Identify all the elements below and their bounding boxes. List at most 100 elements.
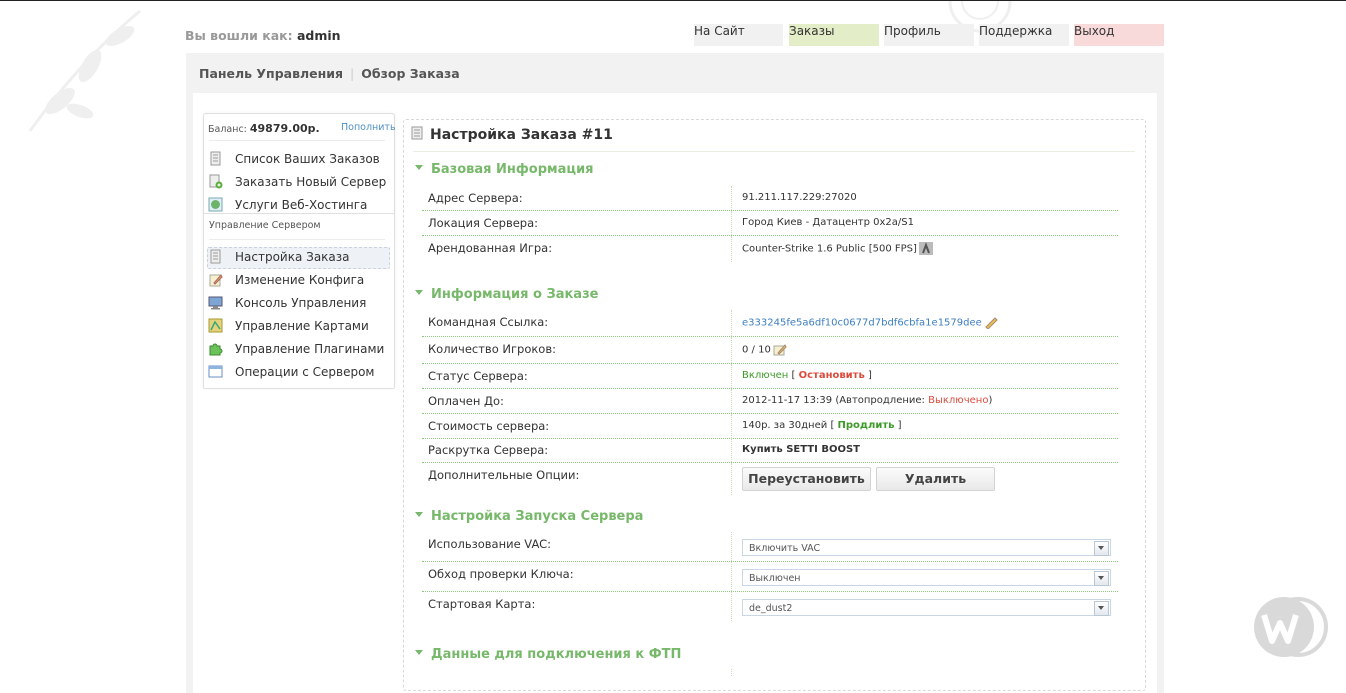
sidebar-item-label: Список Ваших Заказов — [235, 152, 380, 166]
nav-logout-button[interactable]: Выход — [1074, 24, 1164, 46]
monitor-icon — [208, 296, 223, 310]
row-label: Оплачен До: — [428, 394, 504, 408]
page-title: Настройка Заказа #11 — [430, 127, 613, 143]
paid-date: 2012-11-17 13:39 — [742, 395, 833, 406]
command-link[interactable]: e333245fe5a6df10c0677d7bdf6cbfa1e1579dee — [742, 318, 982, 329]
row-promotion: Раскрутка Сервера: Купить SETTI BOOST — [422, 438, 1118, 463]
sidebar-item-orders-list[interactable]: Список Ваших Заказов — [208, 149, 388, 169]
sidebar-item-label: Заказать Новый Сервер — [235, 175, 387, 189]
nav-site-button[interactable]: На Сайт — [694, 24, 783, 46]
start-map-selected-value: de_dust2 — [749, 603, 793, 614]
background-leaf-decoration — [28, 9, 141, 132]
autorenew-toggle[interactable]: Выключено — [928, 395, 988, 406]
window-icon — [208, 365, 223, 378]
add-server-icon — [209, 174, 223, 189]
sidebar-item-server-operations[interactable]: Операции с Сервером — [208, 362, 388, 382]
globe-icon — [208, 197, 223, 212]
server-address-link[interactable]: 91.211.117.229:27020 — [742, 192, 857, 203]
sidebar-item-label: Изменение Конфига — [235, 273, 365, 287]
map-icon — [208, 318, 223, 333]
breadcrumb-order-overview: Обзор Заказа — [361, 66, 460, 81]
collapse-arrow-icon — [415, 512, 423, 517]
edit-pencil-icon[interactable] — [984, 316, 998, 329]
document-icon — [210, 249, 221, 264]
sidebar-item-edit-config[interactable]: Изменение Конфига — [208, 270, 388, 290]
vac-selected-value: Включить VAC — [749, 543, 821, 554]
nav-profile-label: Профиль — [884, 24, 941, 38]
sidebar-item-web-hosting[interactable]: Услуги Веб-Хостинга — [208, 195, 388, 215]
nav-support-button[interactable]: Поддержка — [979, 24, 1069, 46]
sidebar-item-plugins[interactable]: Управление Плагинами — [208, 339, 388, 359]
login-prefix: Вы вошли как: — [185, 28, 293, 43]
breadcrumb-control-panel[interactable]: Панель Управления — [199, 66, 343, 81]
login-status: Вы вошли как: admin — [185, 28, 341, 43]
document-icon — [210, 151, 221, 166]
players-count: 0 / 10 — [742, 344, 771, 356]
sidebar-divider — [209, 140, 385, 141]
row-server-cost: Стоимость сервера: 140р. за 30дней [ Про… — [422, 414, 1118, 439]
document-icon — [411, 126, 423, 140]
topup-link[interactable]: Пополнить — [341, 122, 396, 133]
nav-support-label: Поддержка — [979, 24, 1053, 38]
row-label: Стоимость сервера: — [428, 419, 550, 433]
start-map-select[interactable]: de_dust2 — [742, 599, 1111, 616]
delete-button[interactable]: Удалить — [876, 467, 995, 491]
sidebar-item-console[interactable]: Консоль Управления — [208, 293, 388, 313]
autorenew-label: (Автопродление: — [835, 395, 925, 406]
breadcrumb-separator: | — [350, 66, 355, 81]
chevron-down-icon — [1094, 541, 1109, 556]
sidebar-item-label: Управление Картами — [235, 319, 369, 333]
section-title: Настройка Запуска Сервера — [431, 509, 644, 524]
status-text: Включен — [742, 370, 789, 381]
cost-text: 140р. за 30дней — [742, 420, 828, 431]
vac-select[interactable]: Включить VAC — [742, 539, 1111, 556]
row-label: Статус Сервера: — [428, 369, 528, 383]
section-title: Информация о Заказе — [431, 287, 599, 302]
command-link-value: e333245fe5a6df10c0677d7bdf6cbfa1e1579dee — [742, 316, 998, 329]
paid-until-value: 2012-11-17 13:39 (Автопродление: Выключе… — [742, 395, 992, 406]
row-server-location: Локация Сервера: Город Киев - Датацентр … — [422, 211, 1118, 236]
edit-pencil-icon[interactable] — [773, 343, 787, 356]
chevron-down-icon — [1094, 571, 1109, 586]
title-divider — [413, 151, 1135, 152]
extend-link[interactable]: Продлить — [838, 420, 895, 431]
bracket: [ — [791, 370, 796, 381]
rented-game-value: Counter-Strike 1.6 Public [500 FPS] — [742, 242, 933, 255]
key-check-selected-value: Выключен — [749, 573, 801, 584]
server-management-title: Управление Сервером — [209, 220, 321, 231]
nav-site-label: На Сайт — [694, 24, 745, 38]
nav-logout-label: Выход — [1074, 24, 1115, 38]
section-launch-settings[interactable]: Настройка Запуска Сервера — [415, 509, 643, 524]
server-cost-value: 140р. за 30дней [ Продлить ] — [742, 420, 902, 431]
sidebar-item-maps[interactable]: Управление Картами — [208, 316, 388, 336]
edit-config-icon — [209, 274, 223, 287]
collapse-arrow-icon — [415, 650, 423, 655]
players-value: 0 / 10 — [742, 343, 787, 356]
buy-boost-link[interactable]: Купить SETTI BOOST — [742, 444, 860, 455]
balance-label: Баланс: — [208, 124, 247, 135]
collapse-arrow-icon — [415, 290, 423, 295]
stop-server-link[interactable]: Остановить — [799, 370, 865, 381]
section-order-info[interactable]: Информация о Заказе — [415, 287, 598, 302]
reinstall-button[interactable]: Переустановить — [742, 467, 871, 491]
section-basic-info[interactable]: Базовая Информация — [415, 162, 594, 177]
game-icon — [918, 242, 933, 255]
section-ftp[interactable]: Данные для подключения к ФТП — [415, 647, 681, 662]
nav-profile-button[interactable]: Профиль — [884, 24, 974, 46]
section-title: Базовая Информация — [431, 162, 594, 177]
row-rented-game: Арендованная Игра: Counter-Strike 1.6 Pu… — [422, 236, 1118, 262]
sidebar-item-new-server[interactable]: Заказать Новый Сервер — [208, 172, 388, 192]
row-command-link: Командная Ссылка: e333245fe5a6df10c0677d… — [422, 310, 1118, 337]
key-check-select[interactable]: Выключен — [742, 569, 1111, 586]
row-label: Дополнительные Опции: — [428, 468, 580, 482]
row-label: Стартовая Карта: — [428, 597, 536, 611]
row-label: Командная Ссылка: — [428, 315, 549, 329]
sidebar-item-order-settings[interactable]: Настройка Заказа — [208, 247, 388, 267]
username: admin — [296, 28, 341, 43]
balance: Баланс: 49879.00р. — [208, 122, 320, 135]
puzzle-icon — [209, 343, 223, 356]
bracket: [ — [830, 420, 835, 431]
bracket: ] — [868, 370, 872, 381]
nav-orders-button[interactable]: Заказы — [789, 24, 879, 46]
sidebar-divider — [209, 239, 385, 240]
